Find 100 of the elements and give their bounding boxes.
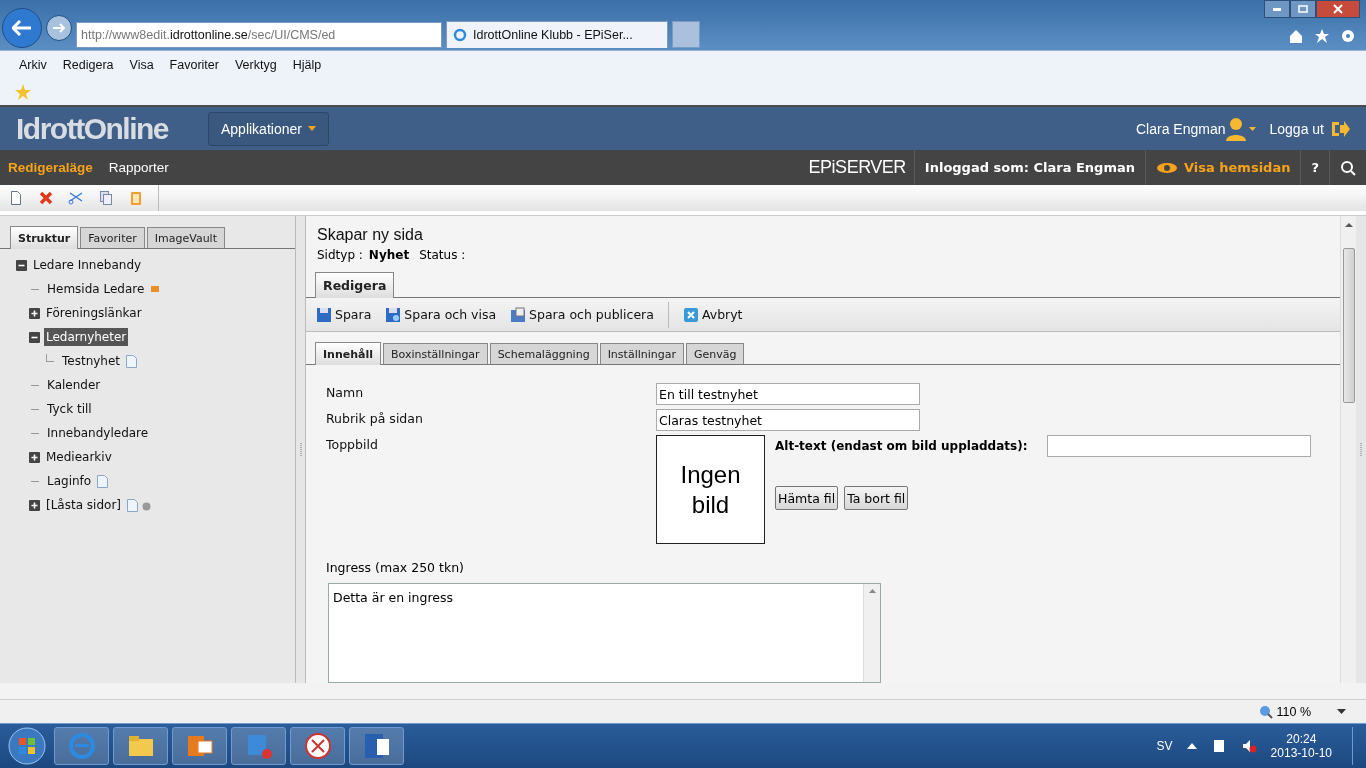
logged-in-label: Inloggad som: Clara Engman: [924, 160, 1135, 175]
field-label: Toppbild: [326, 436, 379, 454]
ingress-textarea[interactable]: Detta är en ingress: [328, 583, 881, 683]
collapse-toggle[interactable]: [16, 259, 27, 271]
cancel-icon: [682, 306, 699, 323]
menu-item[interactable]: Redigera: [62, 57, 114, 72]
menu-item[interactable]: Favoriter: [169, 57, 219, 72]
tree-item[interactable]: Ledarnyheter: [44, 328, 129, 346]
content-tab[interactable]: Genväg: [686, 343, 745, 364]
page-type-value: Nyhet: [368, 248, 410, 262]
address-field[interactable]: http://www8edit.idrottonline.se/sec/UI/CMS/ed: [76, 22, 442, 48]
cancel-button[interactable]: Avbryt: [682, 306, 743, 323]
home-icon[interactable]: [1288, 28, 1304, 44]
scrollbar-thumb[interactable]: [1342, 248, 1355, 403]
browser-tab[interactable]: IdrottOnline Klubb - EPiSer...: [446, 21, 668, 48]
page-title: Skapar ny sida: [317, 226, 424, 244]
sidebar-tab[interactable]: ImageVault: [146, 227, 225, 248]
menu-item[interactable]: Arkiv: [19, 57, 47, 72]
content-tab[interactable]: Innehåll: [315, 342, 381, 365]
close-button[interactable]: [1316, 0, 1360, 18]
splitter-handle[interactable]: [1360, 442, 1362, 457]
content-tab[interactable]: Inställningar: [599, 343, 684, 364]
publish-button[interactable]: Spara och publicera: [510, 306, 654, 323]
tree-item[interactable]: [Låsta sidor]: [44, 496, 123, 514]
browser-icon: [453, 28, 467, 42]
field-label: Ingress (max 250 tkn): [326, 560, 465, 575]
alt-text-field[interactable]: [1047, 435, 1312, 457]
applications-button[interactable]: Applikationer: [208, 111, 329, 146]
clock[interactable]: 20:24 2013-10-10: [1270, 732, 1332, 760]
eye-icon: [1155, 161, 1178, 174]
field-label: Rubrik på sidan: [326, 410, 424, 428]
forward-button[interactable]: [46, 15, 72, 41]
tree-item[interactable]: Testnyhet: [60, 352, 123, 370]
splitter-handle[interactable]: [299, 442, 302, 457]
menu-item[interactable]: Verktyg: [234, 57, 277, 72]
view-site-link[interactable]: Visa hemsidan: [1155, 160, 1291, 175]
search-icon[interactable]: [1340, 159, 1356, 176]
scissors-icon[interactable]: [302, 731, 333, 761]
tree-item[interactable]: Kalender: [45, 376, 103, 394]
arrow-icon: [53, 23, 65, 33]
clipboard-icon[interactable]: [128, 190, 144, 206]
text-field[interactable]: Claras testnyhet: [656, 409, 920, 431]
delete-icon[interactable]: [38, 190, 54, 206]
save-view-button[interactable]: Spara och visa: [385, 306, 497, 323]
favorites-star-icon[interactable]: [14, 82, 32, 101]
episerver-logo: EPiSERVER: [808, 157, 907, 178]
nav-link[interactable]: Rapporter: [100, 160, 177, 175]
minimize-button[interactable]: [1264, 0, 1290, 18]
expand-toggle[interactable]: [29, 499, 40, 511]
maximize-icon: [1298, 5, 1308, 13]
menu-item[interactable]: Visa: [129, 57, 154, 72]
tree-connector: [46, 354, 54, 362]
user-name: Clara Engman: [1136, 120, 1226, 137]
help-button[interactable]: ?: [1311, 160, 1319, 175]
close-icon: [1333, 4, 1343, 14]
tree-line: [31, 288, 39, 290]
zoom-icon: [1259, 704, 1274, 719]
copy-icon[interactable]: [98, 190, 114, 206]
save-button[interactable]: Spara: [316, 306, 372, 323]
language-indicator[interactable]: SV: [1156, 739, 1173, 753]
file-button[interactable]: Ta bort fil: [844, 486, 909, 510]
muted-speaker-icon[interactable]: [1240, 738, 1257, 754]
content-tab[interactable]: Boxinställningar: [383, 343, 488, 364]
collapse-toggle[interactable]: [29, 331, 40, 343]
mode-tab[interactable]: Redigera: [315, 272, 395, 298]
nav-link[interactable]: Redigeraläge: [0, 160, 101, 175]
site-logo: IdrottOnline: [16, 111, 168, 146]
tree-item[interactable]: Innebandyledare: [45, 424, 151, 442]
logout-link[interactable]: Logga ut: [1269, 118, 1350, 139]
tree-line: [31, 432, 39, 434]
dropdown-icon[interactable]: [1337, 709, 1346, 714]
sidebar-tab[interactable]: Struktur: [10, 226, 79, 249]
field-label: Namn: [326, 384, 365, 402]
field-label: Alt-text (endast om bild uppladdats):: [775, 439, 1028, 453]
content-tab[interactable]: Schemaläggning: [489, 343, 598, 364]
tree-item[interactable]: Hemsida Ledare: [45, 280, 147, 298]
image-upload-field[interactable]: Ingen bild: [656, 435, 765, 544]
arrow-icon: [12, 20, 32, 36]
tree-line: [31, 480, 39, 482]
star-icon[interactable]: [1314, 28, 1330, 44]
zoom-level[interactable]: 110 %: [1259, 704, 1311, 719]
sidebar-tab[interactable]: Favoriter: [80, 227, 145, 248]
tree-item[interactable]: Föreningslänkar: [44, 304, 144, 322]
tree-item[interactable]: Mediearkiv: [44, 448, 114, 466]
maximize-button[interactable]: [1290, 0, 1316, 18]
user-icon[interactable]: [1225, 116, 1256, 141]
expand-toggle[interactable]: [29, 307, 40, 319]
menu-item[interactable]: Hjälp: [292, 57, 322, 72]
scissors-icon[interactable]: [68, 190, 84, 206]
scroll-up-icon[interactable]: [1343, 220, 1354, 230]
tree-item[interactable]: Laginfo: [45, 472, 94, 490]
page-type-label: Sidtyp :: [317, 248, 363, 262]
tray-arrow-icon[interactable]: [1186, 743, 1197, 749]
text-field[interactable]: En till testnyhet: [656, 383, 920, 405]
tree-item[interactable]: Tyck till: [45, 400, 94, 418]
new-page-icon[interactable]: [8, 190, 24, 206]
expand-toggle[interactable]: [29, 451, 40, 463]
back-button[interactable]: [2, 8, 42, 48]
file-button[interactable]: Hämta fil: [775, 486, 839, 510]
tree-item[interactable]: Ledare Innebandy: [31, 256, 144, 274]
